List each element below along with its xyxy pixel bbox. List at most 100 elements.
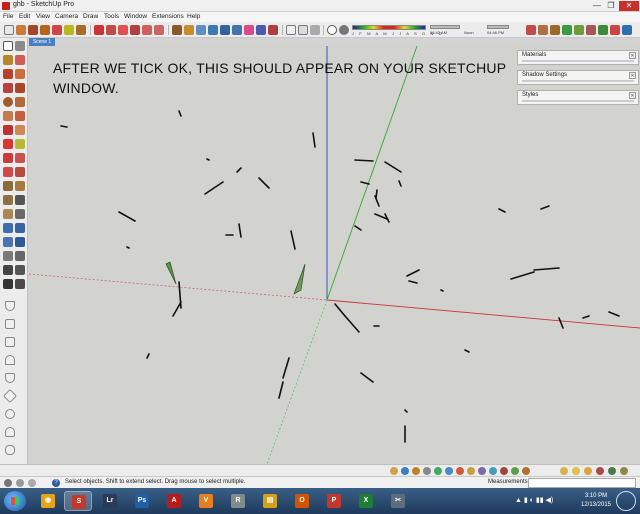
shape-tool-icon[interactable] [52, 25, 62, 35]
rectangle-icon[interactable] [3, 83, 13, 93]
arc-icon[interactable] [3, 111, 13, 121]
position-camera-icon[interactable] [3, 265, 13, 275]
ext-tool-icon[interactable] [489, 467, 497, 475]
system-tray-icons[interactable]: ▲ ▮ ◐ ▮▮ ◀) [515, 496, 553, 504]
credits-icon[interactable] [16, 479, 24, 487]
ext-tool-icon[interactable] [423, 467, 431, 475]
measurements-input[interactable] [528, 478, 636, 488]
section-plane-icon[interactable] [310, 25, 320, 35]
polygon-icon[interactable] [15, 97, 25, 107]
ext-tool-icon[interactable] [608, 467, 616, 475]
taskbar-app-snipping-tool[interactable]: ✂ [384, 491, 412, 511]
previous-view-icon[interactable] [3, 251, 13, 261]
back-view-icon[interactable] [5, 373, 15, 383]
materials-panel[interactable]: Materials ✕ [517, 50, 639, 65]
3d-text-icon[interactable] [15, 209, 25, 219]
dimension-icon[interactable] [15, 181, 25, 191]
ext-tool-icon[interactable] [522, 467, 530, 475]
three-point-arc-icon[interactable] [3, 125, 13, 135]
shadow-date-slider[interactable] [352, 25, 426, 30]
tape-measure-icon[interactable] [172, 25, 182, 35]
close-icon[interactable]: ✕ [629, 92, 636, 99]
left-view-icon[interactable] [2, 388, 18, 404]
text-icon[interactable] [15, 195, 25, 205]
right-view-icon[interactable] [5, 355, 15, 365]
maximize-button[interactable]: ❐ [604, 1, 618, 11]
rotated-rectangle-icon[interactable] [15, 83, 25, 93]
select-icon[interactable] [3, 41, 13, 51]
ext-tool-icon[interactable] [412, 467, 420, 475]
ext-tool-icon[interactable] [478, 467, 486, 475]
eraser-icon[interactable] [15, 55, 25, 65]
close-icon[interactable]: ✕ [629, 52, 636, 59]
walk-icon[interactable] [15, 265, 25, 275]
push-pull-icon[interactable] [64, 25, 74, 35]
taskbar-app-sketchup[interactable]: S [64, 491, 92, 511]
taskbar-app-vectorworks[interactable]: V [192, 491, 220, 511]
sandbox-icon[interactable] [526, 25, 536, 35]
taskbar-app-chrome[interactable]: ◉ [34, 491, 62, 511]
style-icon[interactable] [298, 25, 308, 35]
move-icon[interactable] [3, 139, 13, 149]
top-view-icon[interactable] [5, 319, 15, 329]
pan-icon[interactable] [208, 25, 218, 35]
add-detail-icon[interactable] [574, 25, 584, 35]
pan-tool-icon[interactable] [15, 223, 25, 233]
styles-panel[interactable]: Styles ✕ [517, 90, 639, 105]
zoom-icon[interactable] [220, 25, 230, 35]
move-tool-icon[interactable] [94, 25, 104, 35]
orbit-icon[interactable] [196, 25, 206, 35]
menu-view[interactable]: View [36, 13, 50, 20]
iso-view-icon[interactable] [5, 301, 15, 311]
rotate-tool-icon[interactable] [106, 25, 116, 35]
arc-tool-icon[interactable] [40, 25, 50, 35]
scene-tab[interactable]: Scene 1 [29, 38, 55, 46]
tape-icon[interactable] [3, 181, 13, 191]
rotate-icon[interactable] [3, 153, 13, 163]
ext-tool-icon[interactable] [401, 467, 409, 475]
warehouse-icon[interactable] [244, 25, 254, 35]
close-icon[interactable]: ✕ [629, 72, 636, 79]
offset-tool-icon[interactable] [76, 25, 86, 35]
menu-draw[interactable]: Draw [83, 13, 98, 20]
taskbar-clock[interactable]: 3:10 PM 12/13/2015 [578, 492, 614, 510]
section-icon[interactable] [15, 279, 25, 289]
zoom-window-icon[interactable] [15, 237, 25, 247]
taskbar-app-rhino[interactable]: R [224, 491, 252, 511]
sign-in-icon[interactable] [28, 479, 36, 487]
smoove-icon[interactable] [538, 25, 548, 35]
ext-tool-icon[interactable] [596, 467, 604, 475]
flip-edge-icon[interactable] [586, 25, 596, 35]
layout-icon[interactable] [286, 25, 296, 35]
menu-window[interactable]: Window [124, 13, 147, 20]
time-slider-left[interactable] [430, 25, 460, 29]
extension-icon[interactable] [622, 25, 632, 35]
follow-me-tool-icon[interactable] [15, 153, 25, 163]
look-around-icon[interactable] [3, 279, 13, 289]
drawing-viewport[interactable]: AFTER WE TICK OK, THIS SHOULD APPEAR ON … [29, 46, 640, 464]
shadows-toggle-icon[interactable] [327, 25, 337, 35]
extension-warehouse-icon[interactable] [268, 25, 278, 35]
axes-icon[interactable] [3, 209, 13, 219]
ext-tool-icon[interactable] [560, 467, 568, 475]
pyramid-icon[interactable] [610, 25, 620, 35]
minimize-button[interactable]: — [590, 1, 604, 11]
ext-tool-icon[interactable] [500, 467, 508, 475]
follow-me-icon[interactable] [130, 25, 140, 35]
fog-toggle-icon[interactable] [339, 25, 349, 35]
taskbar-app-excel[interactable]: X [352, 491, 380, 511]
menu-extensions[interactable]: Extensions [152, 13, 184, 20]
zoom-extents-icon[interactable] [232, 25, 242, 35]
taskbar-app-autocad[interactable]: A [160, 491, 188, 511]
protractor-icon[interactable] [3, 195, 13, 205]
zoom-extents-tool-icon[interactable] [15, 251, 25, 261]
ext-tool-icon[interactable] [390, 467, 398, 475]
ext-tool-icon[interactable] [511, 467, 519, 475]
scale-icon[interactable] [3, 167, 13, 177]
taskbar-app-outlook[interactable]: O [288, 491, 316, 511]
front-view-icon[interactable] [5, 337, 15, 347]
offset-icon[interactable] [15, 167, 25, 177]
paint-bucket-icon[interactable] [184, 25, 194, 35]
bottom-view-icon[interactable] [5, 409, 15, 419]
drape-icon[interactable] [562, 25, 572, 35]
